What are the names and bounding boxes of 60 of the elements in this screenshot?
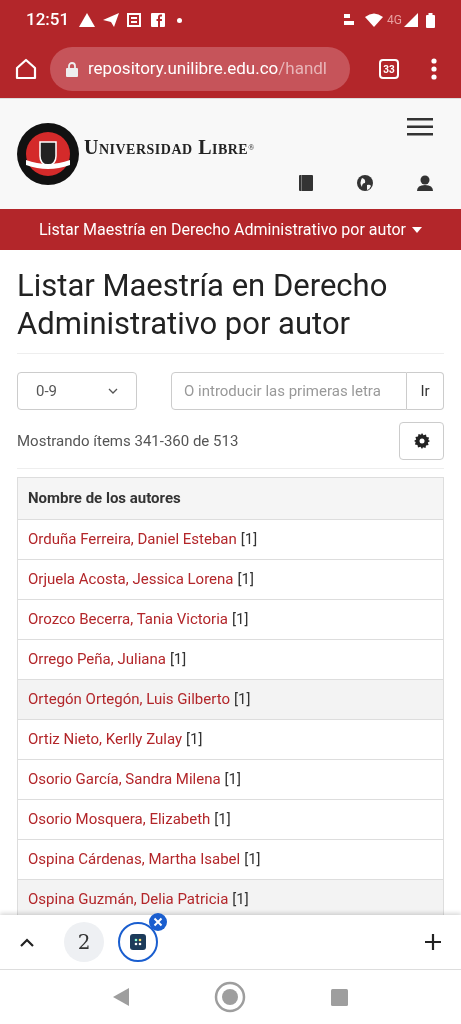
author-link[interactable]: Orjuela Acosta, Jessica Lorena [28,568,234,591]
item-count: [1] [186,729,203,751]
author-link[interactable]: Osorio Mosquera, Elizabeth [28,808,211,831]
author-link[interactable]: Orrego Peña, Juliana [28,648,166,671]
book-icon[interactable] [299,175,313,191]
news-icon [127,13,142,27]
close-icon[interactable] [149,913,167,931]
lock-icon [66,61,78,77]
item-count: [1] [232,889,249,911]
menu-icon[interactable] [407,118,433,136]
wifi-icon [365,13,384,27]
author-link[interactable]: Ospina Cárdenas, Martha Isabel [28,848,241,871]
results-summary: Mostrando ítems 341-360 de 513 [17,430,239,452]
app-icon [130,934,146,950]
chevron-icon [108,388,118,394]
settings-icon [413,433,430,449]
item-count: [1] [214,809,231,831]
go-button[interactable]: Ir [407,372,444,410]
logo-text: Universidad Libre$^{®}$ [84,135,255,160]
item-count: [1] [240,529,258,551]
more-icon[interactable] [431,58,437,80]
university-seal [16,122,80,186]
clock: 12:51 [26,8,70,32]
author-link[interactable]: Ortiz Nieto, Kerlly Zulay [28,728,183,751]
author-link[interactable]: Ospina Guzmán, Delia Patricia [28,888,229,911]
warning-icon [79,13,96,27]
add-icon[interactable] [425,934,441,950]
user-icon[interactable] [417,175,433,191]
author-link[interactable]: Orduña Ferreira, Daniel Esteban [28,528,237,551]
item-count: [1] [224,769,241,791]
item-count: [1] [232,609,249,631]
author-link[interactable]: Ortegón Ortegón, Luis Gilberto [28,688,230,711]
back-icon[interactable] [112,988,129,1006]
item-count: [1] [237,569,254,591]
battery-icon [426,12,435,28]
column-header: Nombre de los autores [18,478,443,520]
home-button-icon[interactable] [214,981,246,1013]
author-link[interactable]: Orozco Becerra, Tania Victoria [28,608,228,631]
send-icon [103,13,120,27]
chevron-up-icon[interactable] [20,937,34,947]
search-field[interactable]: O introducir las primeras letra [171,372,407,410]
item-count: [1] [244,849,261,871]
author-link[interactable]: Osorio García, Sandra Milena [28,768,221,791]
caret-icon [412,226,422,233]
browse-menu-button[interactable]: Listar Maestría en Derecho Administrativo por autor [0,209,461,250]
item-count: [1] [233,689,251,711]
recents-icon[interactable] [331,988,349,1006]
globe-icon[interactable] [357,175,373,191]
signal-icon [404,13,418,27]
address-bar[interactable]: repository.unilibre.edu.co/handl [50,47,350,91]
range-select[interactable]: 0-9 [17,372,137,410]
tab-group-count[interactable]: 2 [64,922,104,962]
page-title: Listar Maestría en Derecho Administrativo por autor [17,267,444,354]
home-icon[interactable] [14,57,38,81]
tab-count[interactable]: 33 [379,59,399,79]
network-label: 4G [387,12,402,29]
item-count: [1] [169,649,187,671]
facebook-icon [151,13,166,27]
url-text: repository.unilibre.edu.co/handl [88,57,327,81]
settings-button[interactable] [399,422,444,460]
